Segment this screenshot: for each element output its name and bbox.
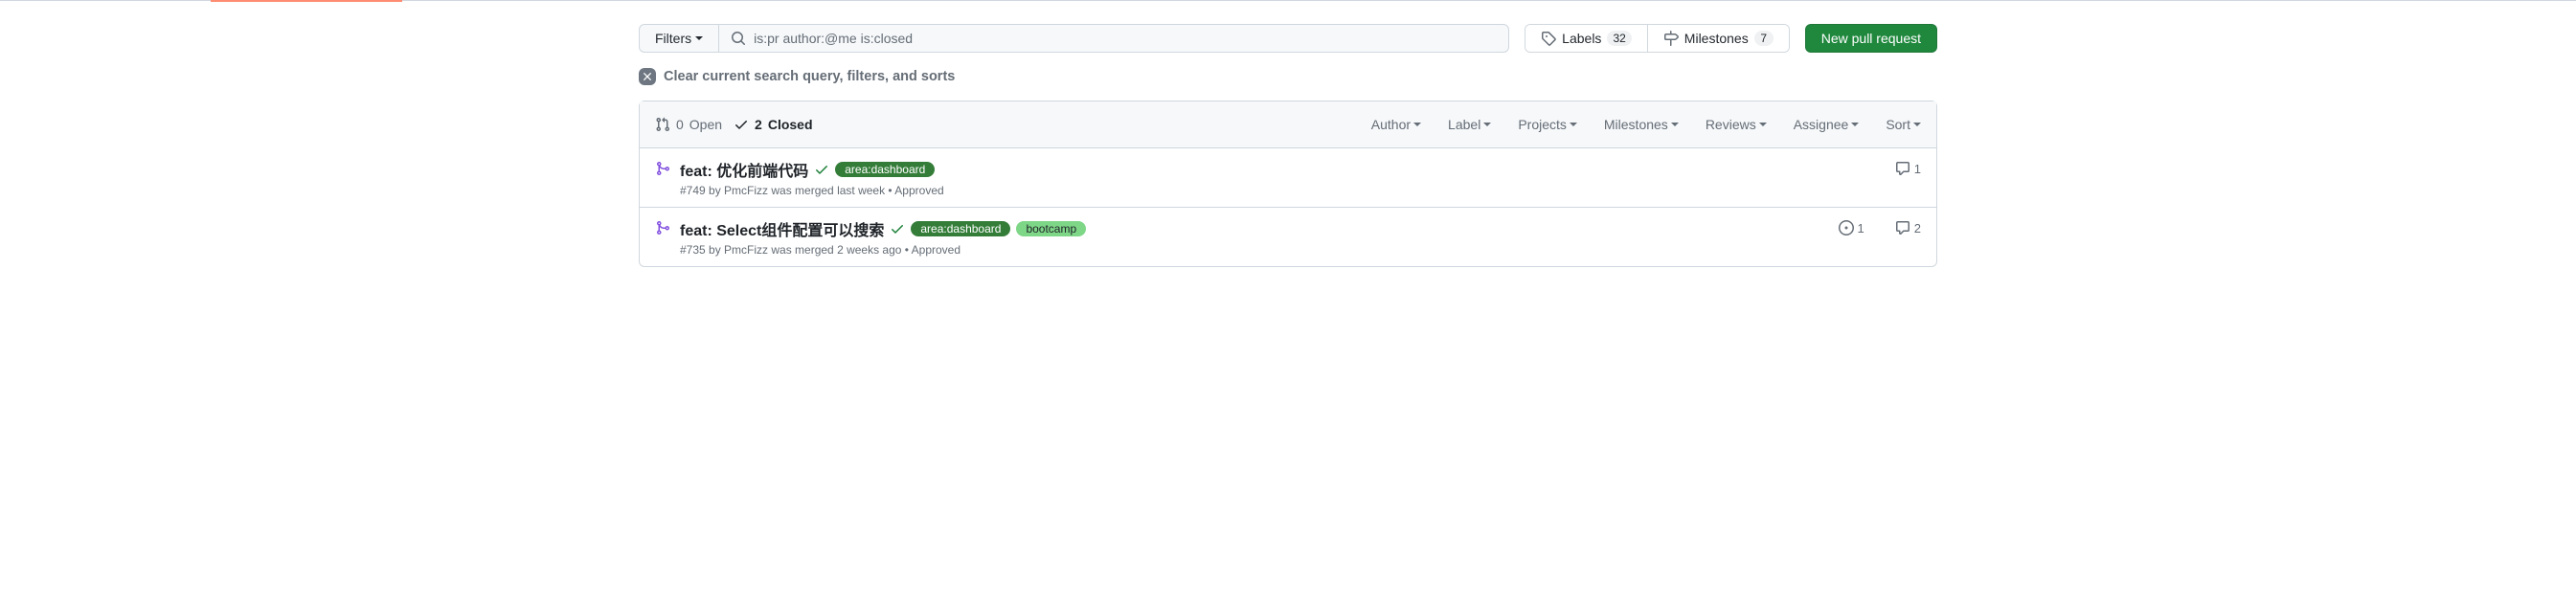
milestones-button[interactable]: Milestones 7 — [1647, 25, 1789, 52]
new-pr-label: New pull request — [1821, 31, 1921, 46]
labels-milestones-group: Labels 32 Milestones 7 — [1525, 24, 1790, 53]
label-pill[interactable]: area:dashboard — [911, 221, 1010, 236]
comment-count[interactable]: 1 — [1895, 161, 1921, 176]
closed-count: 2 — [755, 117, 762, 132]
milestone-icon — [1663, 31, 1679, 46]
pr-title-link[interactable]: feat: 优化前端代码 — [680, 158, 808, 181]
caret-down-icon — [1413, 123, 1421, 126]
pr-row: feat: 优化前端代码 area:dashboard #749 by PmcFiz… — [640, 148, 1936, 207]
filter-menu-milestones[interactable]: Milestones — [1604, 117, 1679, 132]
caret-down-icon — [1851, 123, 1859, 126]
filters-button[interactable]: Filters — [639, 24, 718, 53]
filter-menu-label[interactable]: Label — [1448, 117, 1491, 132]
pr-list-box: 0 Open 2 Closed Author Label Projects Miles… — [639, 101, 1937, 267]
filter-menu-author[interactable]: Author — [1371, 117, 1421, 132]
filter-menu-projects[interactable]: Projects — [1518, 117, 1577, 132]
closed-tab[interactable]: 2 Closed — [734, 117, 812, 132]
pr-row: feat: Select组件配置可以搜索 area:dashboard bootca… — [640, 207, 1936, 266]
merged-pr-icon — [655, 161, 670, 176]
comment-icon — [1895, 220, 1910, 235]
search-input[interactable] — [754, 25, 1497, 52]
success-check-icon — [814, 162, 829, 177]
labels-text: Labels — [1562, 31, 1601, 46]
open-count: 0 — [676, 117, 684, 132]
milestones-count: 7 — [1754, 31, 1774, 46]
close-icon — [639, 68, 656, 85]
open-tab[interactable]: 0 Open — [655, 117, 722, 132]
issue-open-icon — [1839, 220, 1854, 235]
pr-title-link[interactable]: feat: Select组件配置可以搜索 — [680, 217, 884, 240]
caret-down-icon — [1759, 123, 1767, 126]
filter-menu-reviews[interactable]: Reviews — [1706, 117, 1767, 132]
filter-menu-assignee[interactable]: Assignee — [1794, 117, 1860, 132]
caret-down-icon — [1570, 123, 1577, 126]
search-box[interactable] — [718, 24, 1509, 53]
success-check-icon — [890, 221, 905, 236]
new-pr-button[interactable]: New pull request — [1805, 24, 1937, 53]
label-pill[interactable]: area:dashboard — [835, 162, 935, 177]
tag-icon — [1541, 31, 1556, 46]
labels-button[interactable]: Labels 32 — [1525, 25, 1647, 52]
ci-status[interactable] — [814, 162, 829, 177]
clear-search-link[interactable]: Clear current search query, filters, and… — [639, 68, 1937, 85]
caret-down-icon — [1913, 123, 1921, 126]
search-icon — [731, 31, 746, 46]
pull-request-icon — [655, 117, 670, 132]
linked-issue-count[interactable]: 1 — [1839, 220, 1864, 235]
label-pill[interactable]: bootcamp — [1016, 221, 1086, 236]
merged-pr-icon — [655, 220, 670, 235]
ci-status[interactable] — [890, 221, 905, 236]
labels-count: 32 — [1607, 31, 1631, 46]
pr-meta: #735 by PmcFizz was merged 2 weeks ago •… — [680, 243, 1829, 257]
closed-label: Closed — [768, 117, 813, 132]
check-icon — [734, 117, 749, 132]
caret-down-icon — [695, 36, 703, 40]
filters-label: Filters — [655, 31, 691, 46]
comment-icon — [1895, 161, 1910, 176]
clear-search-text: Clear current search query, filters, and… — [664, 69, 955, 84]
comment-count[interactable]: 2 — [1895, 220, 1921, 235]
pr-meta: #749 by PmcFizz was merged last week • A… — [680, 184, 1886, 197]
caret-down-icon — [1671, 123, 1679, 126]
open-label: Open — [689, 117, 722, 132]
caret-down-icon — [1483, 123, 1491, 126]
milestones-text: Milestones — [1684, 31, 1749, 46]
pr-list-header: 0 Open 2 Closed Author Label Projects Miles… — [640, 101, 1936, 148]
filter-menu-sort[interactable]: Sort — [1886, 117, 1921, 132]
